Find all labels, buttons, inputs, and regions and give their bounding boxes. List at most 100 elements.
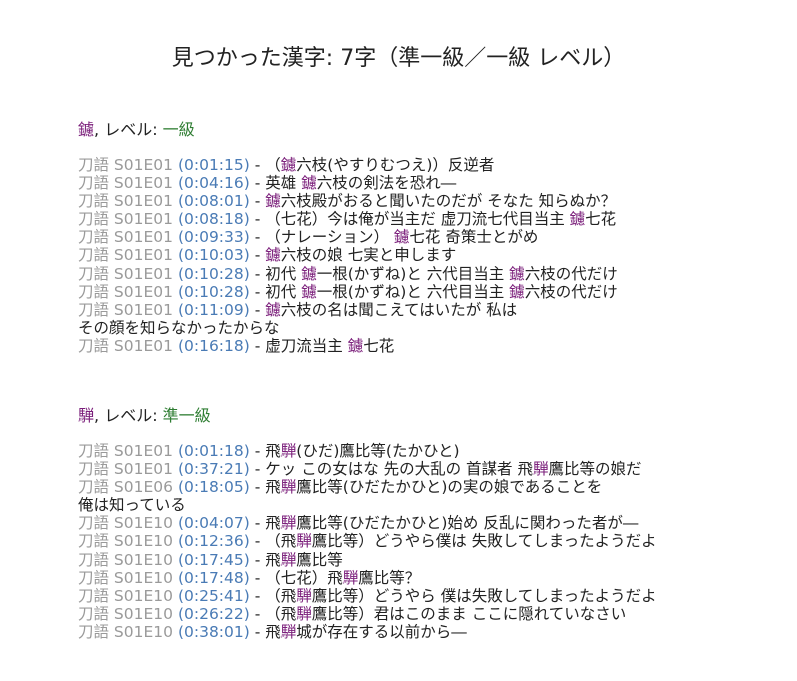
separator: - <box>249 586 266 605</box>
kanji-highlight: 騨 <box>342 568 359 587</box>
line-text: 飛 <box>265 622 281 641</box>
occurrence-line: 刀語 S01E01 (0:11:09) - 鑢六枝の名は聞こえてはいたが 私は <box>78 301 778 319</box>
separator: - <box>249 282 266 301</box>
timestamp: (0:25:41) <box>177 586 250 605</box>
separator: - <box>249 336 266 355</box>
separator: - <box>249 478 266 497</box>
line-text: 六枝の代だけ <box>524 282 618 301</box>
source-label: 刀語 S01E01 <box>78 228 174 247</box>
occurrence-line: 刀語 S01E06 (0:18:05) - 飛騨鷹比等(ひだたかひと)の実の娘で… <box>78 478 778 496</box>
occurrence-list: 刀語 S01E01 (0:01:15) - （鑢六枝(やすりむつえ)）反逆者 刀語… <box>78 156 778 355</box>
kanji-highlight: 鑢 <box>301 264 317 283</box>
line-text: 初代 <box>265 282 302 301</box>
line-text: 六枝(やすりむつえ)）反逆者 <box>296 156 495 174</box>
line-text: （ナレーション） <box>265 228 394 247</box>
occurrence-line: 刀語 S01E10 (0:25:41) - （飛騨鷹比等）どうやら 僕は失敗して… <box>78 587 778 605</box>
line-text: その顔を知らなかったからな <box>78 318 280 337</box>
kanji-highlight: 鑢 <box>301 282 317 301</box>
line-text: 六枝の名は聞こえてはいたが 私は <box>280 300 518 319</box>
line-text: (ひだ)鷹比等(たかひと) <box>296 442 460 460</box>
occurrence-line: 刀語 S01E10 (0:17:45) - 飛騨鷹比等 <box>78 551 778 569</box>
occurrence-line: 刀語 S01E01 (0:08:18) - （七花）今は俺が当主だ 虚刀流七代目… <box>78 210 778 228</box>
line-text: （七花）飛 <box>265 568 343 587</box>
occurrence-line: 刀語 S01E01 (0:16:18) - 虚刀流当主 鑢七花 <box>78 337 778 355</box>
level-prefix: , レベル: <box>94 406 163 425</box>
source-label: 刀語 S01E10 <box>78 622 174 641</box>
timestamp: (0:37:21) <box>177 460 250 479</box>
timestamp: (0:12:36) <box>177 532 250 551</box>
kanji-section: 鑢, レベル: 一級 刀語 S01E01 (0:01:15) - （鑢六枝(やす… <box>78 120 778 355</box>
line-text: ケッ この女はな 先の大乱の 首謀者 飛 <box>265 460 533 479</box>
timestamp: (0:11:09) <box>177 300 250 319</box>
source-label: 刀語 S01E01 <box>78 442 174 460</box>
timestamp: (0:10:28) <box>177 282 250 301</box>
kanji-label: 鑢 <box>78 120 95 139</box>
source-label: 刀語 S01E01 <box>78 460 174 479</box>
occurrence-line: 刀語 S01E01 (0:01:18) - 飛騨(ひだ)鷹比等(たかひと) <box>78 442 778 460</box>
kanji-highlight: 鑢 <box>509 264 525 283</box>
kanji-highlight: 鑢 <box>265 192 281 211</box>
source-label: 刀語 S01E01 <box>78 210 174 229</box>
line-text: 虚刀流当主 <box>265 336 348 355</box>
separator: - <box>249 228 266 247</box>
line-text: 英雄 <box>265 174 302 193</box>
separator: - <box>249 460 266 479</box>
separator: - <box>249 568 266 587</box>
kanji-highlight: 騨 <box>296 532 312 551</box>
level-value: 一級 <box>162 120 195 139</box>
line-text: 鷹比等）どうやら僕は 失敗してしまったようだよ <box>311 532 657 551</box>
kanji-highlight: 鑢 <box>347 336 364 355</box>
occurrence-line: 刀語 S01E01 (0:09:33) - （ナレーション） 鑢七花 奇策士とが… <box>78 228 778 246</box>
timestamp: (0:18:05) <box>177 478 250 497</box>
kanji-highlight: 鑢 <box>301 174 317 193</box>
separator: - <box>249 604 266 623</box>
line-text: 六枝の剣法を恐れ― <box>316 174 457 193</box>
occurrence-line: 刀語 S01E01 (0:10:03) - 鑢六枝の娘 七実と申します <box>78 246 778 264</box>
timestamp: (0:08:01) <box>177 192 250 211</box>
kanji-highlight: 鑢 <box>509 282 525 301</box>
source-label: 刀語 S01E01 <box>78 156 174 174</box>
line-text: 初代 <box>265 264 302 283</box>
separator: - <box>249 174 266 193</box>
level-value: 準一級 <box>162 406 211 425</box>
kanji-highlight: 騨 <box>296 604 312 623</box>
line-text: 鷹比等(ひだたかひと)の実の娘であることを <box>296 478 603 497</box>
occurrence-line: 刀語 S01E10 (0:12:36) - （飛騨鷹比等）どうやら僕は 失敗して… <box>78 532 778 550</box>
occurrence-line: 刀語 S01E01 (0:10:28) - 初代 鑢一根(かずね)と 六代目当主… <box>78 265 778 283</box>
line-text: 俺は知っている <box>78 496 186 515</box>
section-heading: 鑢, レベル: 一級 <box>78 120 778 140</box>
source-label: 刀語 S01E06 <box>78 478 174 497</box>
timestamp: (0:04:07) <box>177 514 250 533</box>
occurrence-list: 刀語 S01E01 (0:01:18) - 飛騨(ひだ)鷹比等(たかひと) 刀語 … <box>78 442 778 641</box>
line-text: 六枝の娘 七実と申します <box>280 246 457 265</box>
section-heading: 騨, レベル: 準一級 <box>78 406 778 426</box>
separator: - <box>249 192 266 211</box>
timestamp: (0:01:15) <box>177 156 250 174</box>
timestamp: (0:08:18) <box>177 210 250 229</box>
occurrence-line: 刀語 S01E10 (0:17:48) - （七花）飛騨鷹比等？ <box>78 569 778 587</box>
occurrence-line: 刀語 S01E10 (0:26:22) - （飛騨鷹比等）君はこのまま ここに隠… <box>78 605 778 623</box>
line-text: 飛 <box>265 550 281 569</box>
timestamp: (0:01:18) <box>177 442 250 460</box>
timestamp: (0:17:45) <box>177 550 250 569</box>
occurrence-line: 刀語 S01E01 (0:01:15) - （鑢六枝(やすりむつえ)）反逆者 <box>78 156 778 174</box>
line-text: 飛 <box>265 478 281 497</box>
line-text: 六枝殿がおると聞いたのだが そなた 知らぬか？ <box>280 192 617 211</box>
timestamp: (0:17:48) <box>177 568 250 587</box>
separator: - <box>249 442 266 460</box>
source-label: 刀語 S01E10 <box>78 586 174 605</box>
source-label: 刀語 S01E10 <box>78 604 174 623</box>
separator: - <box>249 532 266 551</box>
line-text: 一根(かずね)と 六代目当主 <box>316 264 510 283</box>
separator: - <box>249 550 266 569</box>
occurrence-line: 刀語 S01E01 (0:04:16) - 英雄 鑢六枝の剣法を恐れ― <box>78 174 778 192</box>
separator: - <box>249 246 266 265</box>
source-label: 刀語 S01E01 <box>78 174 174 193</box>
source-label: 刀語 S01E01 <box>78 336 174 355</box>
line-text: 鷹比等）どうやら 僕は失敗してしまったようだよ <box>311 586 657 605</box>
source-label: 刀語 S01E10 <box>78 568 174 587</box>
line-text: 飛 <box>265 442 281 460</box>
line-text: （ <box>265 156 281 174</box>
line-text: 城が存在する以前から― <box>296 622 467 641</box>
separator: - <box>249 156 266 174</box>
